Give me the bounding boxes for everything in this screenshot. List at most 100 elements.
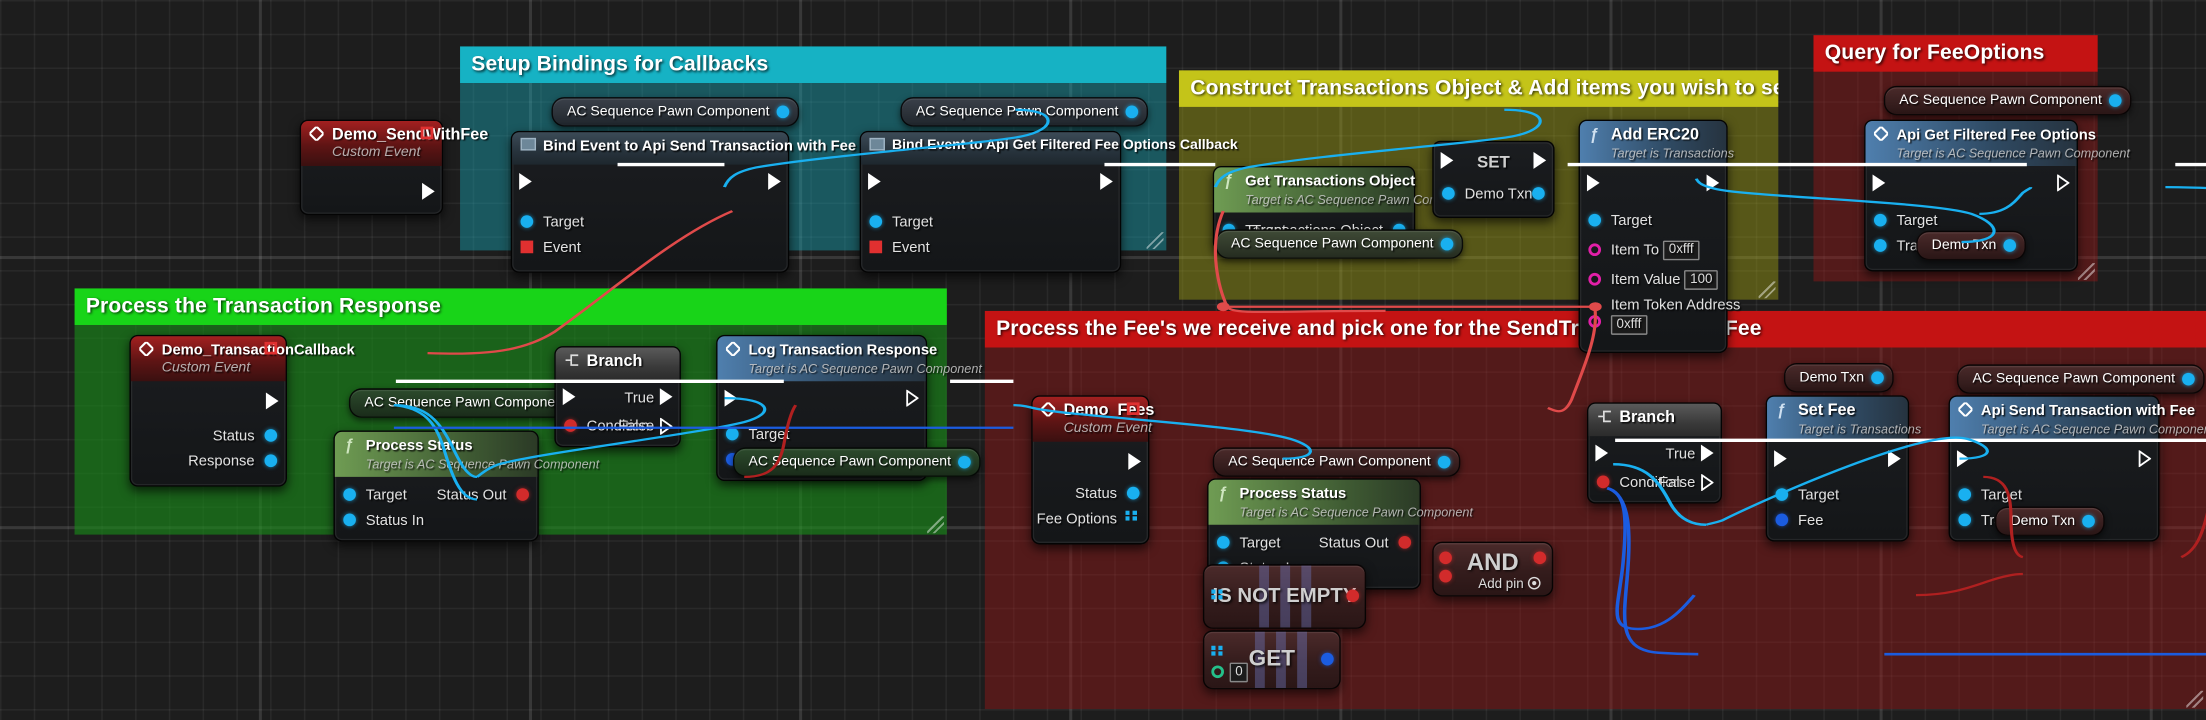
exec-in-pin[interactable] — [1956, 450, 1970, 468]
exec-out-pin[interactable] — [768, 173, 781, 190]
status-pin[interactable] — [264, 429, 278, 442]
exec-out-pin[interactable] — [1706, 174, 1720, 192]
exec-in-pin[interactable] — [1872, 174, 1886, 192]
target-pin[interactable] — [1588, 213, 1602, 227]
pill-demo-txn-3[interactable]: Demo Txn — [1994, 506, 2105, 537]
fee-pin[interactable] — [1775, 513, 1789, 527]
exec-in-pin[interactable] — [1440, 151, 1454, 169]
exec-out-pin[interactable] — [422, 182, 435, 200]
resize-handle-icon[interactable] — [927, 516, 945, 534]
item-token-address-value[interactable]: 0xfff — [1610, 315, 1647, 335]
pill-output-pin[interactable] — [1437, 455, 1451, 469]
add-pin-button[interactable]: Add pin — [1478, 576, 1541, 592]
node-set-demo-txn[interactable]: SET Demo Txn — [1432, 140, 1555, 219]
transactions-pin[interactable] — [1873, 239, 1887, 252]
demo-txn-out-pin[interactable] — [1532, 187, 1545, 200]
pill-output-pin[interactable] — [1440, 237, 1454, 251]
exec-in-pin[interactable] — [1586, 174, 1600, 192]
index-in-pin[interactable] — [1211, 665, 1224, 679]
exec-out-pin[interactable] — [2138, 450, 2152, 468]
exec-out-pin[interactable] — [1100, 173, 1113, 190]
pill-ac-pawn-3[interactable]: AC Sequence Pawn Component — [1215, 229, 1464, 259]
true-exec-pin[interactable] — [1700, 444, 1714, 462]
node-and[interactable]: AND Add pin — [1432, 541, 1554, 597]
node-bind-fee-options-callback[interactable]: Bind Event to Api Get Filtered Fee Optio… — [859, 130, 1238, 273]
item-token-address-pin[interactable] — [1588, 315, 1602, 328]
status-out-pin[interactable] — [1398, 536, 1412, 549]
event-delegate-pin[interactable] — [264, 341, 278, 355]
pill-output-pin[interactable] — [2108, 94, 2122, 107]
resize-handle-icon[interactable] — [1146, 232, 1164, 250]
node-bind-send-transaction-callback[interactable]: Bind Event to Api Send Transaction with … — [510, 130, 921, 273]
status-pin[interactable] — [1126, 486, 1140, 500]
false-exec-pin[interactable] — [1701, 474, 1714, 492]
pill-output-pin[interactable] — [958, 455, 971, 469]
node-get-array-item[interactable]: GET 0 — [1202, 630, 1341, 690]
node-branch-1[interactable]: Branch True Condition False — [554, 346, 681, 448]
target-pin[interactable] — [1216, 536, 1230, 549]
pill-ac-pawn-8[interactable]: AC Sequence Pawn Component — [1956, 364, 2205, 394]
target-pin[interactable] — [520, 215, 534, 228]
pill-output-pin[interactable] — [1871, 371, 1884, 385]
pill-demo-txn-1[interactable]: Demo Txn — [1916, 230, 2026, 261]
exec-in-pin[interactable] — [1595, 444, 1609, 462]
target-pin[interactable] — [725, 427, 739, 441]
event-pin[interactable] — [869, 240, 883, 254]
pill-ac-pawn-7[interactable]: AC Sequence Pawn Component — [1212, 447, 1461, 477]
exec-out-pin[interactable] — [1888, 450, 1901, 468]
false-exec-pin[interactable] — [660, 417, 673, 435]
pill-output-pin[interactable] — [2182, 372, 2195, 386]
target-pin[interactable] — [1958, 488, 1972, 501]
exec-in-pin[interactable] — [562, 388, 576, 406]
exec-in-pin[interactable] — [868, 173, 881, 190]
response-pin[interactable] — [264, 454, 278, 468]
add-pin-icon[interactable] — [1527, 576, 1541, 590]
status-out-pin[interactable] — [516, 488, 529, 501]
pill-ac-pawn-2[interactable]: AC Sequence Pawn Component — [900, 97, 1148, 127]
target-pin[interactable] — [1873, 213, 1887, 227]
exec-out-pin[interactable] — [265, 392, 279, 410]
exec-out-pin[interactable] — [906, 389, 919, 407]
event-delegate-pin[interactable] — [1126, 402, 1140, 416]
pill-ac-pawn-6[interactable]: AC Sequence Pawn Component — [732, 447, 981, 477]
status-in-pin[interactable] — [343, 513, 356, 527]
node-branch-2[interactable]: Branch True Condition False — [1586, 402, 1723, 504]
transactions-pin[interactable] — [1958, 513, 1972, 527]
node-demo-fees[interactable]: Demo_Fees Custom Event Status Fee Option… — [1031, 395, 1154, 545]
item-value-value[interactable]: 100 — [1684, 270, 1719, 290]
pill-output-pin[interactable] — [2003, 239, 2017, 252]
node-set-fee[interactable]: ƒ Set Fee Target is Transactions Target … — [1765, 395, 1921, 542]
resize-handle-icon[interactable] — [2077, 263, 2095, 280]
item-out-pin[interactable] — [1321, 652, 1334, 666]
target-pin[interactable] — [1775, 488, 1789, 501]
exec-in-pin[interactable] — [519, 173, 532, 190]
fee-options-array-pin[interactable] — [1125, 510, 1141, 527]
condition-pin[interactable] — [564, 419, 577, 432]
exec-out-pin[interactable] — [1533, 151, 1547, 169]
condition-pin[interactable] — [1596, 475, 1610, 489]
node-demo-transaction-callback[interactable]: Demo_TransactionCallback Custom Event St… — [129, 334, 355, 487]
exec-out-pin[interactable] — [2057, 174, 2070, 192]
node-is-not-empty[interactable]: IS NOT EMPTY — [1202, 564, 1367, 629]
and-out-pin[interactable] — [1533, 551, 1547, 565]
node-demo-send-with-fee[interactable]: Demo_SendWithFee Custom Event — [299, 119, 488, 216]
demo-txn-in-pin[interactable] — [1442, 187, 1455, 200]
exec-in-pin[interactable] — [1774, 450, 1787, 468]
target-pin[interactable] — [869, 215, 883, 228]
pill-ac-pawn-4[interactable]: AC Sequence Pawn Component — [1883, 85, 2132, 116]
and-in-pin-b[interactable] — [1439, 569, 1452, 583]
item-to-pin[interactable] — [1588, 243, 1602, 257]
true-exec-pin[interactable] — [659, 388, 673, 406]
pill-demo-txn-2[interactable]: Demo Txn — [1783, 362, 1894, 393]
array-in-pin[interactable] — [1211, 645, 1227, 662]
array-in-pin[interactable] — [1211, 589, 1227, 605]
pill-ac-pawn-1[interactable]: AC Sequence Pawn Component — [551, 97, 800, 127]
resize-handle-icon[interactable] — [1758, 281, 1776, 299]
target-pin[interactable] — [343, 488, 356, 501]
pill-output-pin[interactable] — [2082, 514, 2095, 528]
item-to-value[interactable]: 0xfff — [1663, 240, 1700, 261]
exec-out-pin[interactable] — [1128, 453, 1141, 470]
resize-handle-icon[interactable] — [2186, 690, 2204, 708]
event-delegate-pin[interactable] — [420, 126, 434, 140]
node-add-erc20[interactable]: ƒ Add ERC20 Target is Transactions Targe… — [1578, 119, 1740, 354]
